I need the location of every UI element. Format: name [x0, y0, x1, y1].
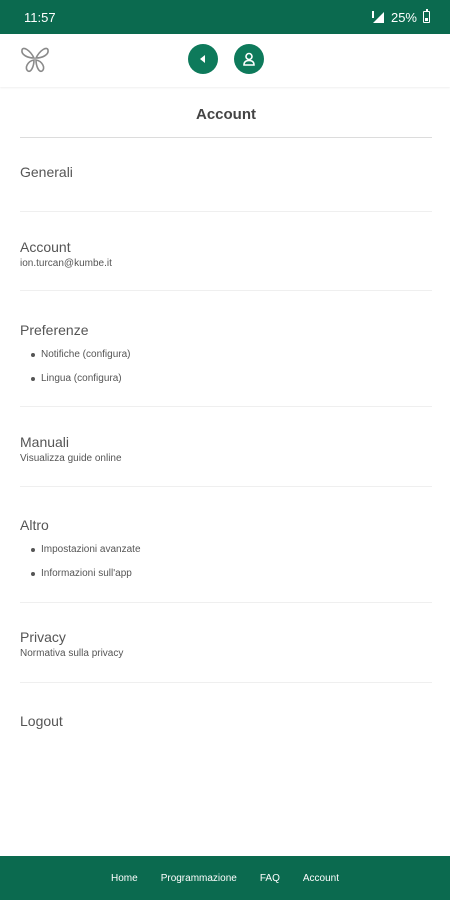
section-title: Altro: [20, 517, 49, 533]
status-indicators: 25%: [371, 8, 430, 25]
user-icon: [243, 52, 255, 66]
nav-faq[interactable]: FAQ: [260, 873, 280, 884]
account-button[interactable]: [234, 44, 264, 74]
divider: [20, 211, 432, 212]
butterfly-logo-icon[interactable]: [20, 44, 50, 74]
language-link[interactable]: Lingua (configura): [20, 372, 432, 396]
signal-icon: [371, 11, 384, 23]
section-preferenze: Preferenze Notifiche (configura) Lingua …: [20, 322, 432, 396]
divider: [20, 602, 432, 603]
status-bar: 11:57 25%: [0, 0, 450, 34]
other-list: Impostazioni avanzate Informazioni sull'…: [20, 543, 432, 591]
section-manuali[interactable]: Manuali Visualizza guide online: [20, 434, 432, 464]
divider: [20, 486, 432, 487]
nav-programmazione[interactable]: Programmazione: [161, 873, 237, 884]
battery-percent: 25%: [390, 9, 417, 25]
page-title: Account: [196, 106, 256, 123]
advanced-settings-link[interactable]: Impostazioni avanzate: [20, 543, 432, 567]
section-title: Privacy: [20, 629, 66, 645]
section-account[interactable]: Account ion.turcan@kumbe.it: [20, 239, 432, 269]
section-title: Account: [20, 239, 71, 255]
manuals-description: Visualizza guide online: [20, 453, 122, 464]
notifications-link[interactable]: Notifiche (configura): [20, 348, 432, 372]
section-generali: Generali: [20, 164, 432, 180]
app-info-link[interactable]: Informazioni sull'app: [20, 567, 432, 591]
section-title: Generali: [20, 164, 73, 180]
section-altro: Altro Impostazioni avanzate Informazioni…: [20, 517, 432, 591]
preferences-list: Notifiche (configura) Lingua (configura): [20, 348, 432, 396]
back-arrow-icon: [200, 55, 205, 63]
bottom-navigation: Home Programmazione FAQ Account: [0, 856, 450, 900]
privacy-description: Normativa sulla privacy: [20, 648, 124, 659]
battery-icon: [423, 8, 430, 23]
section-title: Manuali: [20, 434, 70, 450]
status-time: 11:57: [24, 9, 56, 25]
logout-button[interactable]: Logout: [20, 713, 432, 729]
section-title: Preferenze: [20, 322, 89, 338]
logout-label: Logout: [20, 713, 63, 729]
divider: [20, 290, 432, 291]
divider: [20, 406, 432, 407]
back-button[interactable]: [188, 44, 218, 74]
section-privacy[interactable]: Privacy Normativa sulla privacy: [20, 629, 432, 659]
app-header: [0, 34, 450, 87]
nav-home[interactable]: Home: [111, 873, 138, 884]
divider: [20, 682, 432, 683]
title-divider: [20, 137, 432, 138]
nav-account[interactable]: Account: [303, 873, 339, 884]
account-email: ion.turcan@kumbe.it: [20, 258, 112, 269]
